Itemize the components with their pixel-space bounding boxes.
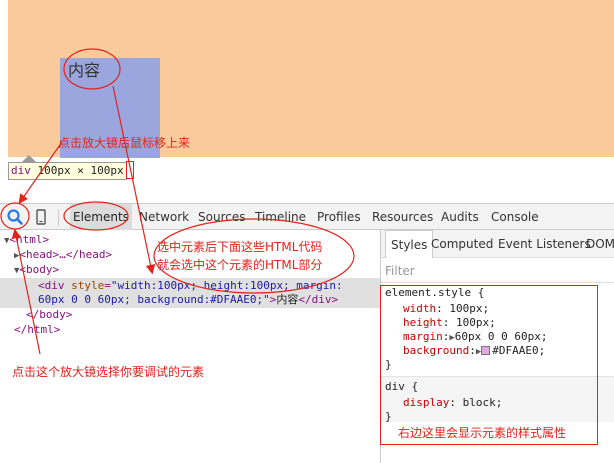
div-content-text: 内容 xyxy=(68,61,101,80)
tab-sources[interactable]: Sources xyxy=(198,204,245,230)
tab-dom[interactable]: DOM xyxy=(586,230,614,258)
annotation-html-code-line1: 选中元素后下面这些HTML代码 xyxy=(157,240,323,254)
tooltip-annotation-box xyxy=(126,161,134,179)
div-node-line1[interactable]: <div style="width:100px; height:100px; m… xyxy=(38,279,343,293)
mobile-device-icon[interactable] xyxy=(31,207,51,227)
page-viewport: 内容 div 100px × 100px xyxy=(0,0,614,203)
annotation-select-element: 点击这个放大镜选择你要调试的元素 xyxy=(12,365,205,379)
tooltip-tag: div xyxy=(11,164,31,177)
tab-computed[interactable]: Computed xyxy=(431,230,493,258)
html-node[interactable]: ▼<html> xyxy=(4,233,49,248)
tab-elements[interactable]: Elements xyxy=(70,204,132,230)
tab-timeline[interactable]: Timeline xyxy=(255,204,306,230)
tab-resources[interactable]: Resources xyxy=(372,204,433,230)
devtools-toolbar: Elements Network Sources Timeline Profil… xyxy=(0,203,614,230)
styles-filter-input[interactable] xyxy=(385,262,605,279)
html-close-node[interactable]: </html> xyxy=(14,323,60,337)
filter-row xyxy=(381,258,614,283)
styles-tab-bar: Styles Computed Event Listeners DOM xyxy=(381,230,614,258)
head-node[interactable]: ▶<head>…</head> xyxy=(14,248,112,263)
div-node-line2[interactable]: 60px 0 0 60px; background:#DFAAE0;">内容</… xyxy=(38,293,338,307)
annotation-html-code-line2: 就会选中这个元素的HTML部分 xyxy=(157,258,323,272)
tooltip-size: 100px × 100px xyxy=(37,164,124,177)
magnifier-icon[interactable] xyxy=(5,207,25,227)
styles-annotation-box xyxy=(380,285,598,445)
body-node[interactable]: ▼<body> xyxy=(14,263,59,278)
tooltip-notch xyxy=(22,155,36,162)
toolbar-separator xyxy=(58,209,59,226)
tab-styles[interactable]: Styles xyxy=(385,230,434,258)
body-close-node[interactable]: </body> xyxy=(26,308,72,322)
annotation-style-props: 右边这里会显示元素的样式属性 xyxy=(398,426,567,440)
annotation-magnifier-move: 点击放大镜后鼠标移上来 xyxy=(58,136,191,150)
element-size-tooltip: div 100px × 100px xyxy=(8,162,127,180)
tab-profiles[interactable]: Profiles xyxy=(317,204,361,230)
tab-network[interactable]: Network xyxy=(139,204,189,230)
tab-console[interactable]: Console xyxy=(491,204,539,230)
tab-event-listeners[interactable]: Event Listeners xyxy=(498,230,591,258)
tab-audits[interactable]: Audits xyxy=(441,204,479,230)
